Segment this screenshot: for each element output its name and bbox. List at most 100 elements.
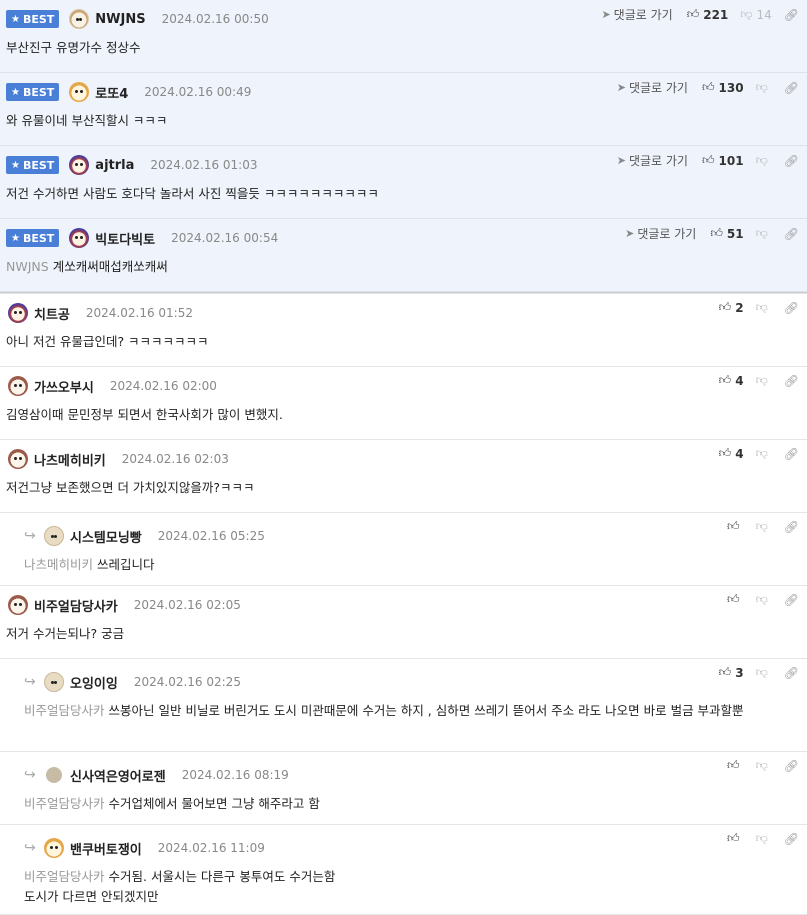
upvote-button[interactable]: 👍︎ 101 [702, 153, 744, 168]
mention-nickname[interactable]: 비주얼담당사카 [24, 703, 105, 718]
upvote-button[interactable]: 👍︎ 221 [687, 7, 729, 22]
nickname[interactable]: 시스템모닝빵 [70, 527, 142, 546]
nickname[interactable]: ajtrla [95, 158, 134, 173]
thumbs-up-icon: 👍︎ [701, 153, 715, 167]
nickname[interactable]: 밴쿠버토쟁이 [70, 839, 142, 858]
downvote-button[interactable]: 👎︎ [756, 446, 772, 461]
downvote-button[interactable]: 👎︎ [756, 373, 772, 388]
avatar[interactable] [67, 81, 91, 103]
thumbs-up-icon: 👍︎ [727, 519, 740, 533]
downvote-button[interactable]: 👎︎ [756, 592, 772, 607]
downvote-button[interactable]: 👎︎ 14 [740, 7, 771, 22]
mention-nickname[interactable]: 비주얼담당사카 [24, 796, 105, 811]
avatar[interactable] [42, 837, 66, 859]
comment: 나츠메히비키 2024.02.16 02:03 저건그냥 보존했으면 더 가치있지않… [0, 440, 807, 513]
avatar[interactable] [67, 227, 91, 249]
comment-text: 저거 수거는되나? 궁금 [6, 626, 125, 641]
nickname[interactable]: 가쓰오부시 [34, 377, 94, 396]
timestamp: 2024.02.16 02:00 [109, 379, 217, 393]
timestamp: 2024.02.16 02:25 [133, 675, 241, 689]
comment-body: 와 유물이네 부산직할시 ㅋㅋㅋ [6, 111, 799, 131]
avatar[interactable] [6, 448, 30, 470]
downvote-button[interactable]: 👎︎ [756, 300, 772, 315]
comment: 가쓰오부시 2024.02.16 02:00 김영삼이때 문민정부 되면서 한국사회… [0, 367, 807, 440]
link-icon[interactable]: 🔗︎ [784, 301, 799, 315]
upvote-count: 130 [718, 80, 744, 95]
star-icon: ★ [11, 159, 20, 171]
avatar[interactable] [6, 594, 30, 616]
downvote-button[interactable]: 👎︎ [756, 153, 772, 168]
go-to-comment-link[interactable]: ➤ 댓글로 가기 [617, 152, 688, 169]
upvote-button[interactable]: 👍︎ 3 [719, 665, 744, 680]
upvote-button[interactable]: 👍︎ 2 [719, 300, 744, 315]
upvote-button[interactable]: 👍︎ 130 [702, 80, 744, 95]
link-icon[interactable]: 🔗︎ [784, 227, 799, 241]
downvote-button[interactable]: 👎︎ [756, 80, 772, 95]
link-icon[interactable]: 🔗︎ [784, 154, 799, 168]
best-badge: ★ BEST [6, 156, 60, 174]
reply-arrow-icon: ↪ [24, 767, 36, 783]
link-icon[interactable]: 🔗︎ [784, 666, 799, 680]
comment-text: 저건 수거하면 사람도 호다닥 놀라서 사진 찍을듯 ㅋㅋㅋㅋㅋㅋㅋㅋㅋㅋ [6, 186, 379, 201]
upvote-button[interactable]: 👍︎ 51 [710, 226, 743, 241]
thumbs-down-icon: 👎︎ [740, 7, 753, 21]
avatar[interactable] [6, 375, 30, 397]
comment-body: 저건그냥 보존했으면 더 가치있지않을까?ㅋㅋㅋ [6, 478, 799, 498]
go-to-comment-link[interactable]: ➤ 댓글로 가기 [625, 225, 696, 242]
nickname[interactable]: 치트공 [34, 304, 70, 323]
best-badge-label: BEST [22, 231, 55, 245]
mention-nickname[interactable]: 비주얼담당사카 [24, 869, 105, 884]
go-to-comment-link[interactable]: ➤ 댓글로 가기 [601, 6, 672, 23]
link-icon[interactable]: 🔗︎ [784, 759, 799, 773]
go-to-comment-link[interactable]: ➤ 댓글로 가기 [617, 79, 688, 96]
timestamp: 2024.02.16 11:09 [157, 841, 265, 855]
avatar[interactable] [42, 671, 66, 693]
mention-nickname[interactable]: 나츠메히비키 [24, 557, 93, 572]
nickname[interactable]: 비주얼담당사카 [34, 596, 118, 615]
thumbs-up-icon: 👍︎ [718, 446, 732, 460]
avatar[interactable] [67, 8, 91, 30]
upvote-button[interactable]: 👍︎ [727, 758, 744, 773]
timestamp: 2024.02.16 00:54 [171, 231, 279, 245]
mention-nickname[interactable]: NWJNS [6, 259, 49, 274]
thumbs-down-icon: 👎︎ [755, 80, 768, 94]
downvote-button[interactable]: 👎︎ [756, 226, 772, 241]
downvote-button[interactable]: 👎︎ [756, 519, 772, 534]
nickname[interactable]: 신사역은영어로젠 [70, 766, 166, 785]
link-icon[interactable]: 🔗︎ [784, 374, 799, 388]
nickname[interactable]: 빅토다빅토 [95, 229, 155, 248]
upvote-count: 51 [726, 226, 744, 241]
downvote-button[interactable]: 👎︎ [756, 831, 772, 846]
avatar[interactable] [6, 302, 30, 324]
upvote-button[interactable]: 👍︎ 4 [719, 373, 744, 388]
link-icon[interactable]: 🔗︎ [784, 832, 799, 846]
link-icon[interactable]: 🔗︎ [784, 8, 799, 22]
go-to-comment-label: 댓글로 가기 [628, 154, 688, 168]
comment-header: ↪ 신사역은영어로젠 2024.02.16 08:19 [24, 764, 289, 786]
upvote-button[interactable]: 👍︎ [727, 519, 744, 534]
upvote-button[interactable]: 👍︎ [727, 831, 744, 846]
comment-actions: 👍︎ 👎︎ 🔗︎ [727, 519, 799, 534]
comment-header: ↪ 밴쿠버토쟁이 2024.02.16 11:09 [24, 837, 265, 859]
comment-text: 김영삼이때 문민정부 되면서 한국사회가 많이 변했지. [6, 407, 283, 422]
avatar[interactable] [67, 154, 91, 176]
link-icon[interactable]: 🔗︎ [784, 447, 799, 461]
downvote-button[interactable]: 👎︎ [756, 665, 772, 680]
comment-body: 아니 저건 유물급인데? ㅋㅋㅋㅋㅋㅋㅋ [6, 332, 799, 352]
downvote-button[interactable]: 👎︎ [756, 758, 772, 773]
upvote-button[interactable]: 👍︎ [727, 592, 744, 607]
nickname[interactable]: 나츠메히비키 [34, 450, 106, 469]
comment-body: NWJNS 계쏘캐써매섭캐쏘캐써 [6, 257, 799, 277]
upvote-count: 4 [735, 446, 744, 461]
link-icon[interactable]: 🔗︎ [784, 593, 799, 607]
nickname[interactable]: 로또4 [95, 83, 128, 102]
link-icon[interactable]: 🔗︎ [784, 81, 799, 95]
avatar[interactable] [42, 525, 66, 547]
link-icon[interactable]: 🔗︎ [784, 520, 799, 534]
nickname[interactable]: 오잉이잉 [70, 673, 118, 692]
reply-arrow-icon: ↪ [24, 528, 36, 544]
avatar-image [69, 155, 90, 175]
nickname[interactable]: NWJNS [95, 12, 145, 27]
upvote-button[interactable]: 👍︎ 4 [719, 446, 744, 461]
avatar[interactable] [42, 764, 66, 786]
